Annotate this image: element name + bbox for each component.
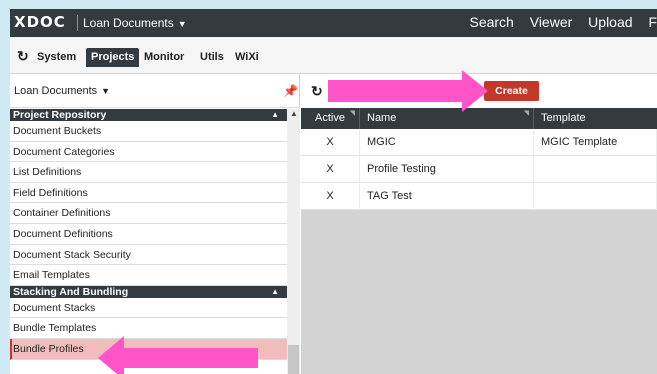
pointer-arrow-to-create xyxy=(328,70,488,112)
annotation-overlay xyxy=(98,70,488,374)
pointer-arrow-to-bundle-profiles xyxy=(98,336,258,374)
